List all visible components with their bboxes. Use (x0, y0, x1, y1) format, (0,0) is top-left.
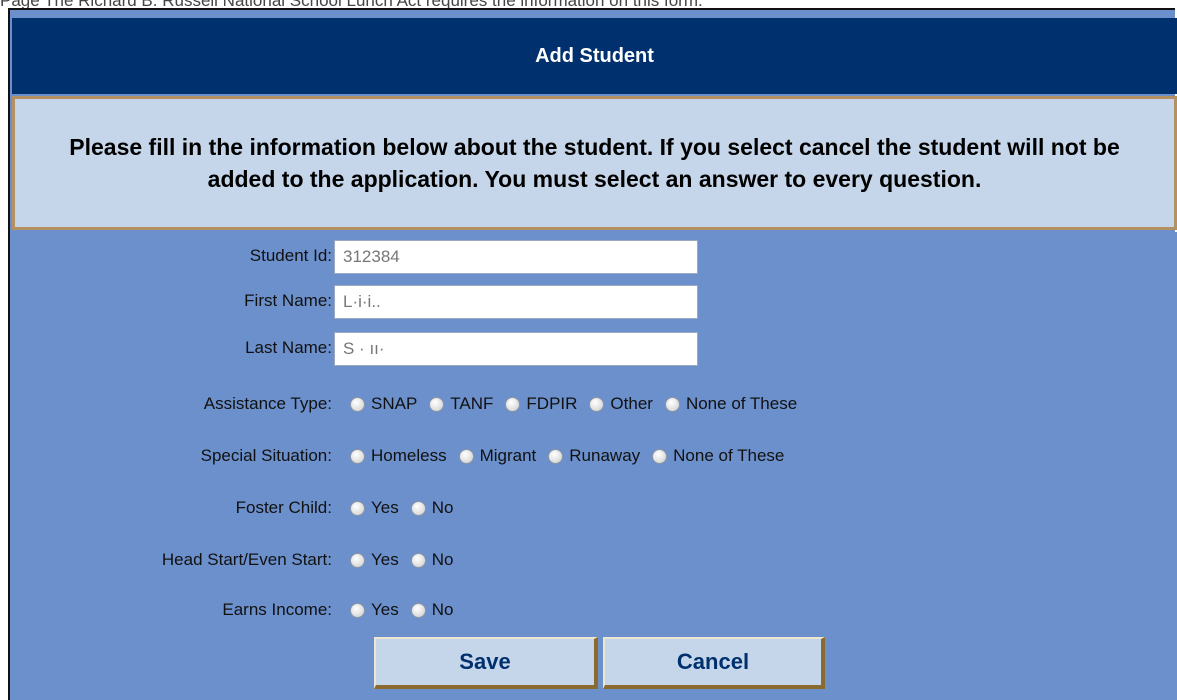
option-label: None of These (685, 394, 798, 413)
dialog-title-bar: Add Student (12, 18, 1177, 94)
instructions-box: Please fill in the information below abo… (12, 96, 1177, 230)
page-header-clipped: Page The Richard B. Russell National Sch… (0, 0, 1177, 8)
student-id-label: Student Id: (249, 246, 332, 265)
option-label: SNAP (371, 394, 418, 413)
radio-button[interactable] (350, 552, 365, 568)
radio-button[interactable] (410, 552, 426, 568)
last-name-label: Last Name: (245, 338, 332, 357)
option-label: No (431, 550, 454, 569)
assistance-none-option[interactable]: None of These (664, 394, 798, 414)
option-label: Yes (371, 550, 399, 569)
dialog-title: Add Student (535, 44, 654, 67)
last-name-input[interactable] (334, 332, 698, 366)
assistance-tanf-option[interactable]: TANF (429, 394, 493, 414)
assistance-type-group: SNAP TANF FDPIR Other None of These (350, 394, 809, 414)
option-label: No (431, 498, 454, 517)
head-start-yes-option[interactable]: Yes (350, 550, 399, 570)
radio-button[interactable] (458, 448, 474, 464)
earns-income-label: Earns Income: (222, 600, 332, 619)
foster-child-group: Yes No (350, 498, 465, 518)
foster-yes-option[interactable]: Yes (350, 498, 399, 518)
earns-income-group: Yes No (350, 600, 465, 620)
assistance-type-label: Assistance Type: (203, 394, 332, 413)
situation-none-option[interactable]: None of These (652, 446, 784, 466)
radio-button[interactable] (410, 500, 426, 516)
foster-child-label: Foster Child: (235, 498, 332, 517)
radio-button[interactable] (589, 396, 605, 412)
assistance-snap-option[interactable]: SNAP (350, 394, 417, 414)
radio-button[interactable] (664, 396, 680, 412)
radio-button[interactable] (410, 602, 426, 618)
assistance-other-option[interactable]: Other (589, 394, 653, 414)
situation-runaway-option[interactable]: Runaway (548, 446, 640, 466)
head-start-group: Yes No (350, 550, 465, 570)
radio-button[interactable] (350, 602, 365, 618)
head-start-label: Head Start/Even Start: (161, 550, 332, 569)
first-name-input[interactable] (334, 285, 698, 319)
student-form: Student Id: First Name: Last Name: Assis… (12, 232, 1177, 700)
option-label: Yes (371, 600, 399, 619)
option-label: Runaway (569, 446, 641, 465)
radio-button[interactable] (350, 396, 365, 412)
radio-button[interactable] (350, 500, 365, 516)
income-no-option[interactable]: No (410, 600, 454, 620)
radio-button[interactable] (350, 448, 365, 464)
radio-button[interactable] (652, 448, 668, 464)
head-start-no-option[interactable]: No (410, 550, 454, 570)
page-header-text: Page The Richard B. Russell National Sch… (0, 0, 703, 8)
option-label: Yes (371, 498, 399, 517)
foster-no-option[interactable]: No (410, 498, 454, 518)
student-id-input[interactable] (334, 240, 698, 274)
first-name-label: First Name: (244, 291, 332, 310)
assistance-fdpir-option[interactable]: FDPIR (505, 394, 577, 414)
option-label: Migrant (479, 446, 537, 465)
radio-button[interactable] (505, 396, 521, 412)
income-yes-option[interactable]: Yes (350, 600, 399, 620)
instructions-text: Please fill in the information below abo… (69, 134, 1120, 192)
special-situation-group: Homeless Migrant Runaway None of These (350, 446, 796, 466)
save-button[interactable]: Save (374, 637, 598, 689)
radio-button[interactable] (548, 448, 564, 464)
option-label: No (431, 600, 454, 619)
situation-homeless-option[interactable]: Homeless (350, 446, 447, 466)
option-label: None of These (673, 446, 785, 465)
option-label: FDPIR (526, 394, 578, 413)
special-situation-label: Special Situation: (200, 446, 332, 465)
cancel-button[interactable]: Cancel (603, 637, 825, 689)
option-label: Other (610, 394, 653, 413)
option-label: Homeless (371, 446, 447, 465)
option-label: TANF (450, 394, 494, 413)
radio-button[interactable] (429, 396, 445, 412)
situation-migrant-option[interactable]: Migrant (458, 446, 537, 466)
